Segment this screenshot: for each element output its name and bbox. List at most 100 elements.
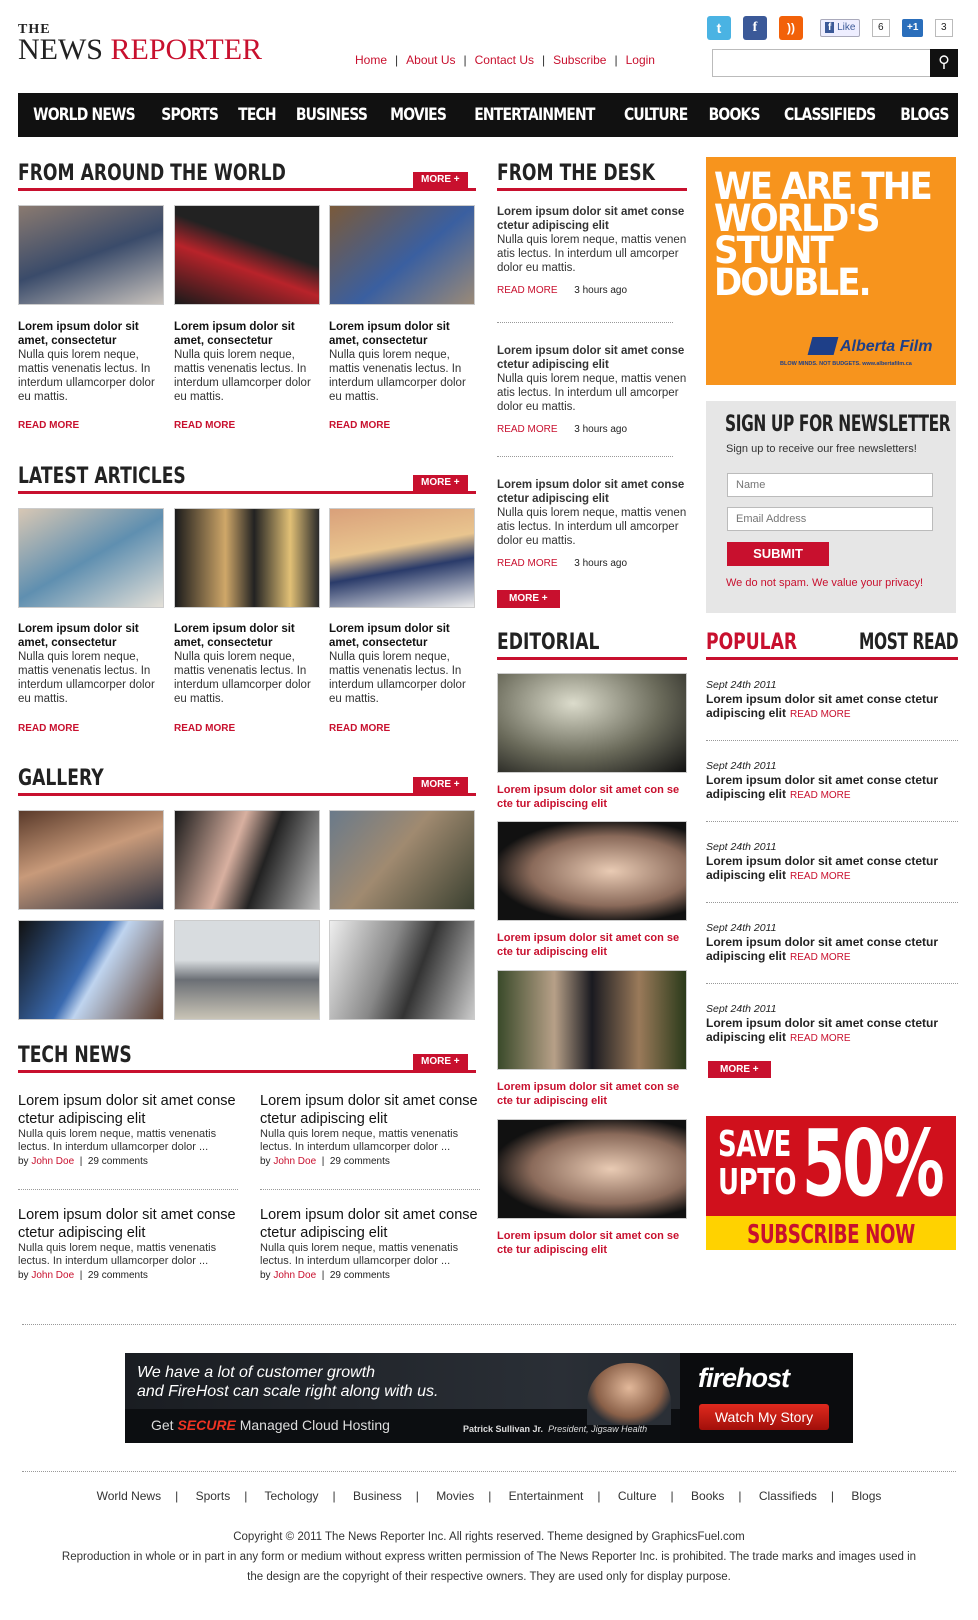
gallery-image[interactable] — [329, 920, 475, 1020]
tab-popular[interactable]: POPULAR — [706, 630, 797, 655]
popular-item: Sept 24th 2011 Lorem ipsum dolor sit amet… — [706, 841, 939, 882]
editorial-image[interactable] — [497, 673, 687, 773]
article-summary: Lorem ipsum dolor sit amet, consectetur N… — [174, 321, 311, 403]
article-image[interactable] — [174, 508, 320, 608]
editorial-caption[interactable]: Lorem ipsum dolor sit amet con se cte tu… — [497, 931, 687, 959]
article-image[interactable] — [329, 508, 475, 608]
more-button-latest[interactable]: MORE + — [413, 475, 468, 491]
gallery-image[interactable] — [174, 920, 320, 1020]
firehost-banner-ad[interactable]: We have a lot of customer growth and Fir… — [125, 1353, 853, 1443]
top-link-home[interactable]: Home — [355, 53, 387, 67]
footer-link-classifieds[interactable]: Classifieds — [759, 1489, 817, 1503]
author-link[interactable]: John Doe — [31, 1156, 74, 1167]
top-link-contact[interactable]: Contact Us — [475, 53, 534, 67]
read-more-link[interactable]: READ MORE — [790, 871, 851, 882]
nav-entertainment[interactable]: ENTERTAINMENT — [475, 105, 596, 125]
article-image[interactable] — [329, 205, 475, 305]
read-more-link[interactable]: READ MORE — [18, 723, 79, 734]
footer-link-entertainment[interactable]: Entertainment — [509, 1489, 584, 1503]
read-more-link[interactable]: READ MORE — [790, 709, 851, 720]
footer-link-sports[interactable]: Sports — [196, 1489, 231, 1503]
comments-link[interactable]: 29 comments — [330, 1270, 390, 1281]
footer-link-business[interactable]: Business — [353, 1489, 402, 1503]
gallery-image[interactable] — [329, 810, 475, 910]
gallery-image[interactable] — [18, 810, 164, 910]
newsletter-name-input[interactable] — [727, 473, 933, 497]
section-header-gallery: GALLERY — [18, 762, 476, 796]
rss-icon[interactable]: )) — [779, 16, 803, 40]
read-more-link[interactable]: READ MORE — [174, 420, 235, 431]
comments-link[interactable]: 29 comments — [330, 1156, 390, 1167]
nav-sports[interactable]: SPORTS — [162, 105, 220, 125]
divider — [706, 821, 958, 822]
footer-link-blogs[interactable]: Blogs — [851, 1489, 881, 1503]
subscribe-ad[interactable]: SAVE UPTO 50% SUBSCRIBE NOW — [706, 1116, 956, 1250]
top-link-login[interactable]: Login — [626, 53, 655, 67]
editorial-image[interactable] — [497, 821, 687, 921]
article-image[interactable] — [174, 205, 320, 305]
newsletter-privacy-note: We do not spam. We value your privacy! — [726, 577, 924, 589]
tab-most-read[interactable]: MOST READ — [859, 630, 959, 655]
editorial-image[interactable] — [497, 970, 687, 1070]
top-link-subscribe[interactable]: Subscribe — [553, 53, 606, 67]
footer-link-movies[interactable]: Movies — [436, 1489, 474, 1503]
fb-like-button[interactable]: f Like — [820, 19, 861, 37]
read-more-link[interactable]: READ MORE — [790, 1033, 851, 1044]
nav-classifieds[interactable]: CLASSIFIEDS — [784, 105, 876, 125]
twitter-icon[interactable]: t — [707, 16, 731, 40]
more-button-around[interactable]: MORE + — [413, 172, 468, 188]
nav-blogs[interactable]: BLOGS — [900, 105, 949, 125]
section-title-around: FROM AROUND THE WORLD — [18, 161, 286, 186]
read-more-link[interactable]: READ MORE — [329, 723, 390, 734]
read-more-link[interactable]: READ MORE — [790, 952, 851, 963]
read-more-link[interactable]: READ MORE — [18, 420, 79, 431]
footer-link-books[interactable]: Books — [691, 1489, 724, 1503]
nav-tech[interactable]: TECH — [238, 105, 276, 125]
read-more-link[interactable]: READ MORE — [497, 558, 558, 569]
read-more-link[interactable]: READ MORE — [174, 723, 235, 734]
nav-books[interactable]: BOOKS — [709, 105, 761, 125]
comments-link[interactable]: 29 comments — [88, 1270, 148, 1281]
article-image[interactable] — [18, 205, 164, 305]
editorial-caption[interactable]: Lorem ipsum dolor sit amet con se cte tu… — [497, 783, 687, 811]
search-button[interactable]: ⚲ — [930, 49, 958, 77]
author-link[interactable]: John Doe — [31, 1270, 74, 1281]
divider — [706, 902, 958, 903]
nav-movies[interactable]: MOVIES — [390, 105, 447, 125]
footer-link-technology[interactable]: Techology — [265, 1489, 319, 1503]
footer-link-culture[interactable]: Culture — [618, 1489, 657, 1503]
read-more-link[interactable]: READ MORE — [790, 790, 851, 801]
read-more-link[interactable]: READ MORE — [329, 420, 390, 431]
editorial-image[interactable] — [497, 1119, 687, 1219]
gallery-image[interactable] — [18, 920, 164, 1020]
newsletter-email-input[interactable] — [727, 507, 933, 531]
nav-world-news[interactable]: WORLD NEWS — [34, 105, 136, 125]
top-link-about[interactable]: About Us — [406, 53, 455, 67]
more-button-gallery[interactable]: MORE + — [413, 777, 468, 793]
more-button-tech[interactable]: MORE + — [413, 1054, 468, 1070]
search-input[interactable] — [712, 49, 958, 77]
author-link[interactable]: John Doe — [273, 1156, 316, 1167]
divider — [260, 1189, 480, 1190]
disclaimer-line: Reproduction in whole or in part in any … — [61, 1551, 917, 1563]
editorial-caption[interactable]: Lorem ipsum dolor sit amet con se cte tu… — [497, 1080, 687, 1108]
read-more-link[interactable]: READ MORE — [497, 424, 558, 435]
alberta-film-ad[interactable]: WE ARE THE WORLD'S STUNT DOUBLE. Alberta… — [706, 157, 956, 385]
more-button-desk[interactable]: MORE + — [497, 590, 560, 608]
comments-link[interactable]: 29 comments — [88, 1156, 148, 1167]
newsletter-submit-button[interactable]: SUBMIT — [727, 542, 829, 566]
site-logo[interactable]: THE NEWS REPORTER — [18, 22, 278, 65]
watch-story-button[interactable]: Watch My Story — [699, 1404, 829, 1430]
author-link[interactable]: John Doe — [273, 1270, 316, 1281]
nav-business[interactable]: BUSINESS — [296, 105, 368, 125]
article-image[interactable] — [18, 508, 164, 608]
more-button-popular[interactable]: MORE + — [708, 1061, 771, 1078]
facebook-icon[interactable]: f — [743, 16, 767, 40]
footer-link-world-news[interactable]: World News — [97, 1489, 161, 1503]
gplus-button[interactable]: +1 — [902, 19, 924, 37]
nav-culture[interactable]: CULTURE — [624, 105, 688, 125]
desk-item: Lorem ipsum dolor sit amet conse ctetur … — [497, 345, 687, 435]
gallery-image[interactable] — [174, 810, 320, 910]
editorial-caption[interactable]: Lorem ipsum dolor sit amet con se cte tu… — [497, 1229, 687, 1257]
read-more-link[interactable]: READ MORE — [497, 285, 558, 296]
